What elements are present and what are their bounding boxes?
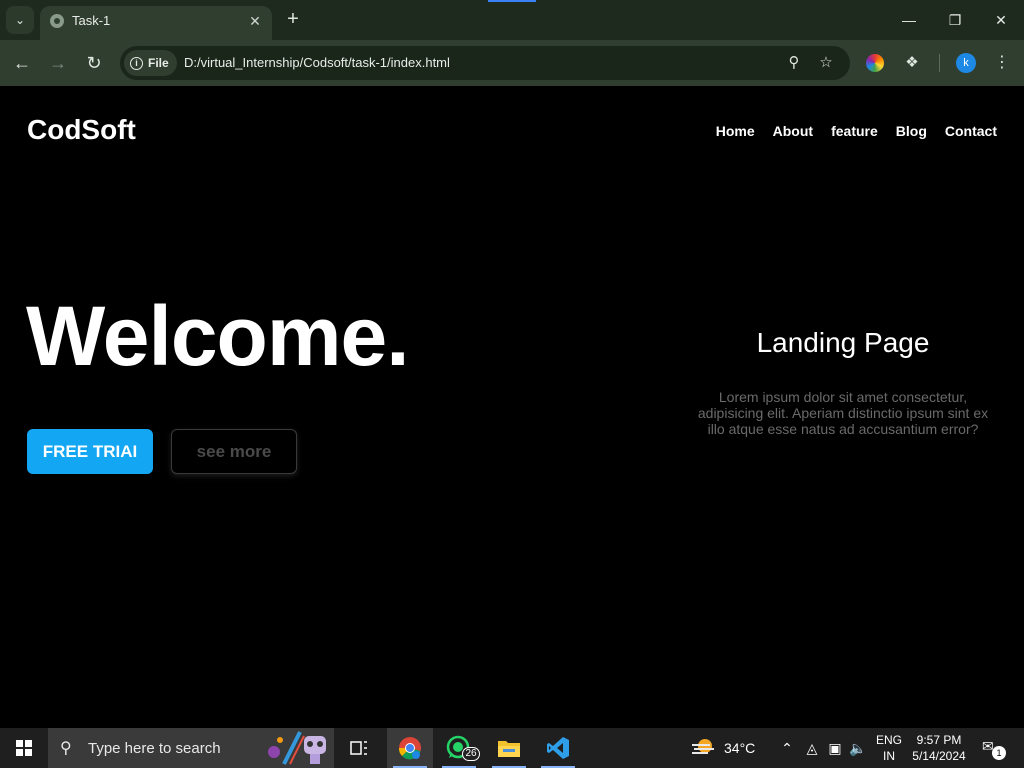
volume-icon[interactable]: 🔈 xyxy=(848,738,868,758)
landing-description: Lorem ipsum dolor sit amet consectetur, … xyxy=(697,389,989,437)
hero-title: Welcome. xyxy=(26,289,410,383)
nav-feature[interactable]: feature xyxy=(831,123,878,139)
meet-now-icon[interactable]: ▣ xyxy=(825,738,845,758)
wifi-icon[interactable]: ◬ xyxy=(802,738,822,758)
tab-title: Task-1 xyxy=(72,13,111,28)
free-trial-button[interactable]: FREE TRIAI xyxy=(27,429,153,474)
folder-icon xyxy=(498,741,520,757)
reload-button[interactable]: ↻ xyxy=(79,48,109,78)
site-logo[interactable]: CodSoft xyxy=(27,114,136,146)
taskbar-search[interactable]: ⚲ Type here to search xyxy=(48,728,334,768)
zoom-icon[interactable]: ⚲ xyxy=(784,53,804,73)
browser-tab[interactable]: Task-1 ✕ xyxy=(40,6,272,40)
tab-strip: ⌄ Task-1 ✕ + — ❐ ✕ xyxy=(0,0,1024,40)
site-chip-label: File xyxy=(148,56,169,70)
forward-button[interactable]: → xyxy=(43,48,73,78)
search-placeholder: Type here to search xyxy=(88,739,221,757)
taskbar-file-explorer[interactable] xyxy=(486,728,532,768)
site-info-chip[interactable]: i File xyxy=(124,50,177,76)
new-tab-button[interactable]: + xyxy=(282,9,304,31)
clock[interactable]: 9:57 PM 5/14/2024 xyxy=(908,732,970,764)
vscode-icon xyxy=(547,737,569,759)
restore-button[interactable]: ❐ xyxy=(932,0,978,40)
tab-search-button[interactable]: ⌄ xyxy=(6,6,34,34)
profile-avatar[interactable]: k xyxy=(956,53,976,73)
language-indicator[interactable]: ENG IN xyxy=(874,732,904,764)
close-icon[interactable]: ✕ xyxy=(246,12,264,30)
chevron-up-icon[interactable]: ⌃ xyxy=(777,738,797,758)
info-icon: i xyxy=(130,56,143,70)
address-bar[interactable]: i File D:/virtual_Internship/Codsoft/tas… xyxy=(120,46,850,80)
color-extension-icon[interactable] xyxy=(866,54,884,72)
minimize-button[interactable]: — xyxy=(886,0,932,40)
chrome-icon xyxy=(398,737,421,760)
search-highlight-icon xyxy=(268,731,326,765)
puzzle-icon[interactable]: ❖ xyxy=(902,53,922,73)
toolbar-divider xyxy=(939,54,940,72)
nav-about[interactable]: About xyxy=(773,123,813,139)
notification-center-button[interactable]: ✉ 1 xyxy=(982,738,1006,760)
language-code: ENG xyxy=(875,733,902,747)
clock-time: 9:57 PM xyxy=(916,733,962,747)
browser-toolbar: ← → ↻ i File D:/virtual_Internship/Codso… xyxy=(0,40,1024,86)
see-more-button[interactable]: see more xyxy=(171,429,297,474)
chevron-down-icon: ⌄ xyxy=(14,13,26,27)
taskbar-whatsapp[interactable]: 26 xyxy=(436,728,482,768)
windows-icon xyxy=(16,740,32,756)
taskbar-chrome[interactable] xyxy=(387,728,433,768)
main-nav: Home About feature Blog Contact xyxy=(716,123,997,139)
task-view-button[interactable] xyxy=(336,728,382,768)
clock-date: 5/14/2024 xyxy=(912,749,966,763)
page-viewport: CodSoft Home About feature Blog Contact … xyxy=(0,86,1024,728)
close-window-button[interactable]: ✕ xyxy=(978,0,1024,40)
star-icon[interactable]: ☆ xyxy=(816,53,836,73)
url-text[interactable]: D:/virtual_Internship/Codsoft/task-1/ind… xyxy=(184,55,450,70)
window-accent xyxy=(488,0,536,2)
search-icon: ⚲ xyxy=(60,740,72,757)
landing-title: Landing Page xyxy=(756,327,930,358)
globe-icon xyxy=(50,14,64,28)
taskbar-vscode[interactable] xyxy=(535,728,581,768)
region-code: IN xyxy=(883,749,895,763)
start-button[interactable] xyxy=(0,728,48,768)
notification-count: 1 xyxy=(992,746,1006,760)
back-button[interactable]: ← xyxy=(7,48,37,78)
whatsapp-badge: 26 xyxy=(462,747,480,761)
nav-home[interactable]: Home xyxy=(716,123,755,139)
kebab-menu-icon[interactable]: ⋮ xyxy=(992,52,1012,74)
weather-haze-icon xyxy=(692,739,714,754)
nav-blog[interactable]: Blog xyxy=(896,123,927,139)
taskbar: ⚲ Type here to search 26 34°C ⌃ ◬ ▣ 🔈 EN… xyxy=(0,728,1024,768)
nav-contact[interactable]: Contact xyxy=(945,123,997,139)
temperature: 34°C xyxy=(724,740,756,756)
weather-widget[interactable]: 34°C xyxy=(690,728,755,768)
task-view-icon xyxy=(350,741,367,755)
